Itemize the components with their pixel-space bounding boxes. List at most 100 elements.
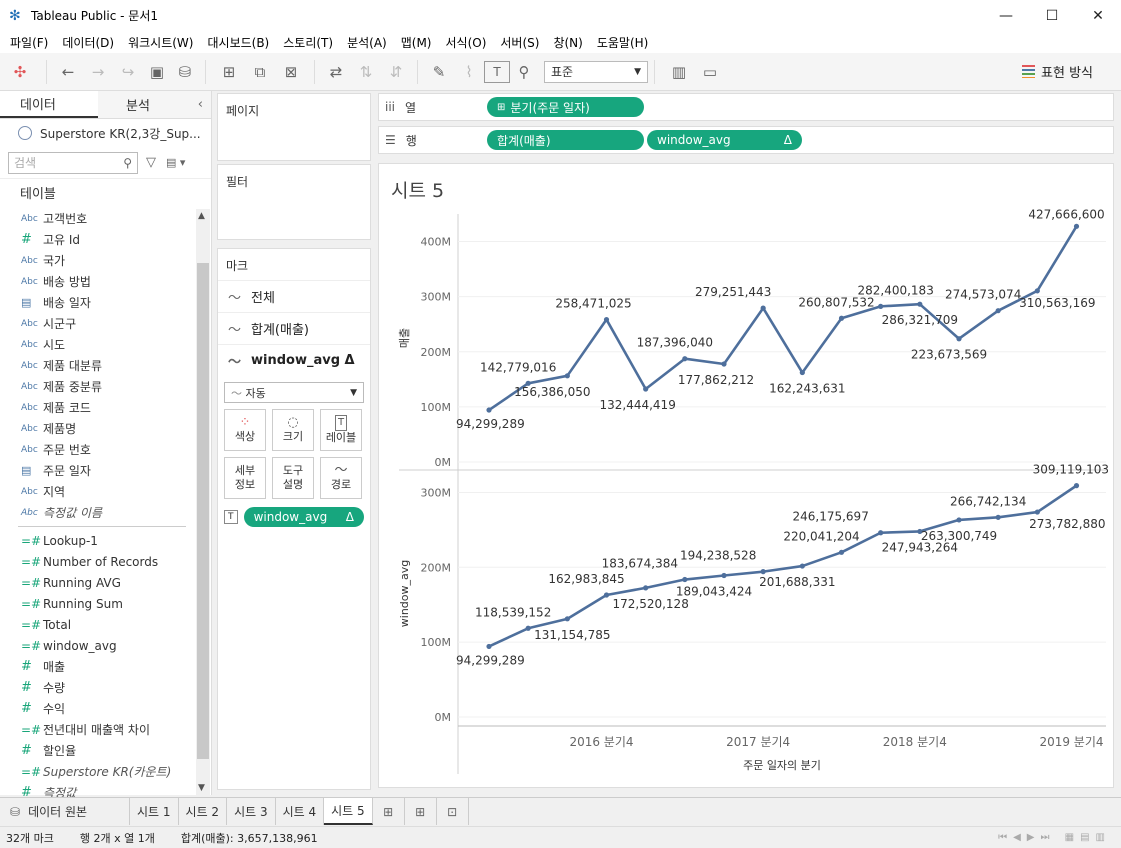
field-item[interactable]: Abc 지역 bbox=[0, 481, 196, 502]
redo-icon[interactable]: → bbox=[83, 58, 113, 86]
field-item[interactable]: =# Running AVG bbox=[0, 572, 196, 593]
cards-icon[interactable]: ▥ bbox=[661, 58, 697, 86]
field-item[interactable]: # 수량 bbox=[0, 677, 196, 698]
label-window-avg-pill[interactable]: window_avg Δ bbox=[243, 507, 364, 527]
rows-pill-window-avg[interactable]: window_avg Δ bbox=[647, 130, 802, 150]
menu-file[interactable]: 파일(F) bbox=[3, 34, 55, 51]
close-button[interactable]: ✕ bbox=[1075, 0, 1121, 31]
menu-server[interactable]: 서버(S) bbox=[493, 34, 546, 51]
menu-data[interactable]: 데이터(D) bbox=[55, 34, 121, 51]
save-icon[interactable]: ▣ bbox=[143, 58, 171, 86]
field-item[interactable]: Abc 시도 bbox=[0, 334, 196, 355]
size-button[interactable]: ◌ 크기 bbox=[272, 409, 314, 451]
field-item[interactable]: # 수익 bbox=[0, 698, 196, 719]
tableau-home-icon[interactable]: ✣ bbox=[0, 58, 40, 86]
columns-pill[interactable]: ⊞ 분기(주문 일자) bbox=[487, 97, 644, 117]
field-item[interactable]: Abc 배송 방법 bbox=[0, 271, 196, 292]
menu-help[interactable]: 도움말(H) bbox=[590, 34, 656, 51]
field-item[interactable]: =# Total bbox=[0, 614, 196, 635]
field-list-scrollbar[interactable]: ▲ ▼ bbox=[196, 209, 210, 795]
field-item[interactable]: # 고유 Id bbox=[0, 229, 196, 250]
field-item[interactable]: =# Lookup-1 bbox=[0, 530, 196, 551]
group-icon[interactable]: ⌇ bbox=[454, 58, 484, 86]
field-item[interactable]: Abc 제품 대분류 bbox=[0, 355, 196, 376]
mark-type-select[interactable]: 〜 자동 ▼ bbox=[224, 382, 364, 403]
field-item[interactable]: Abc 제품명 bbox=[0, 418, 196, 439]
new-worksheet-icon[interactable]: ⊞ bbox=[212, 58, 246, 86]
scroll-down-icon[interactable]: ▼ bbox=[198, 783, 205, 793]
path-button[interactable]: 〜 경로 bbox=[320, 457, 362, 499]
menu-worksheet[interactable]: 워크시트(W) bbox=[121, 34, 200, 51]
field-item[interactable]: # 매출 bbox=[0, 656, 196, 677]
tab-sheet-2[interactable]: 시트 2 bbox=[179, 798, 228, 825]
field-item[interactable]: =# Superstore KR(카운트) bbox=[0, 761, 196, 782]
scroll-up-icon[interactable]: ▲ bbox=[198, 211, 205, 221]
undo-icon[interactable]: ← bbox=[53, 58, 83, 86]
menu-story[interactable]: 스토리(T) bbox=[276, 34, 340, 51]
field-item[interactable]: Abc 국가 bbox=[0, 250, 196, 271]
show-me-button[interactable]: 표현 방식 bbox=[1022, 62, 1093, 81]
filters-card[interactable]: 필터 bbox=[217, 164, 371, 240]
line-chart[interactable]: 0M 100M 200M 300M 400M 매출 94,299,289 142,779,01… bbox=[379, 164, 1113, 787]
scroll-thumb[interactable] bbox=[197, 263, 209, 759]
view-area[interactable]: 시트 5 0M 100M 200M 300M 400M 매출 94,299,289 142,7… bbox=[378, 163, 1114, 788]
replay-icon[interactable]: ↪ bbox=[113, 58, 143, 86]
tab-data[interactable]: 데이터 bbox=[0, 91, 98, 118]
columns-shelf[interactable]: iii 열 ⊞ 분기(주문 일자) bbox=[378, 93, 1114, 121]
duplicate-sheet-icon[interactable]: ⧉ bbox=[246, 58, 274, 86]
field-item[interactable]: =# Number of Records bbox=[0, 551, 196, 572]
field-item[interactable]: =# 전년대비 매출액 차이 bbox=[0, 719, 196, 740]
clear-sheet-icon[interactable]: ⊠ bbox=[274, 58, 308, 86]
sort-descending-icon[interactable]: ⇵ bbox=[381, 58, 411, 86]
menu-map[interactable]: 맵(M) bbox=[394, 34, 439, 51]
rows-shelf[interactable]: ☰ 행 합계(매출) window_avg Δ bbox=[378, 126, 1114, 154]
menu-window[interactable]: 창(N) bbox=[546, 34, 589, 51]
rows-pill-sum-sales[interactable]: 합계(매출) bbox=[487, 130, 644, 150]
pages-card[interactable]: 페이지 bbox=[217, 93, 371, 161]
new-datasource-icon[interactable]: ⛁ bbox=[171, 58, 199, 86]
pin-icon[interactable]: ⚲ bbox=[510, 58, 538, 86]
field-item[interactable]: ▤ 주문 일자 bbox=[0, 460, 196, 481]
sort-ascending-icon[interactable]: ⇅ bbox=[351, 58, 381, 86]
minimize-button[interactable]: — bbox=[983, 0, 1029, 31]
presentation-icon[interactable]: ▭ bbox=[697, 58, 723, 86]
maximize-button[interactable]: ☐ bbox=[1029, 0, 1075, 31]
detail-button[interactable]: 세부 정보 bbox=[224, 457, 266, 499]
new-story-tab-icon[interactable]: ⊡ bbox=[437, 798, 469, 825]
swap-icon[interactable]: ⇄ bbox=[321, 58, 351, 86]
field-item[interactable]: ▤ 배송 일자 bbox=[0, 292, 196, 313]
field-item[interactable]: =# window_avg bbox=[0, 635, 196, 656]
field-item[interactable]: Abc 시군구 bbox=[0, 313, 196, 334]
tab-sheet-4[interactable]: 시트 4 bbox=[276, 798, 325, 825]
field-item[interactable]: Abc 제품 코드 bbox=[0, 397, 196, 418]
menu-format[interactable]: 서식(O) bbox=[439, 34, 494, 51]
field-item[interactable]: Abc 고객번호 bbox=[0, 208, 196, 229]
show-labels-icon[interactable]: T bbox=[484, 60, 510, 83]
highlight-icon[interactable]: ✎ bbox=[424, 58, 454, 86]
menu-analysis[interactable]: 분석(A) bbox=[340, 34, 394, 51]
search-input[interactable]: 검색 ⚲ bbox=[8, 151, 138, 174]
label-button[interactable]: T 레이블 bbox=[320, 409, 362, 451]
datasource-item[interactable]: Superstore KR(2,3강_Sup... bbox=[0, 119, 211, 147]
new-dashboard-tab-icon[interactable]: ⊞ bbox=[405, 798, 437, 825]
field-item[interactable]: Abc 주문 번호 bbox=[0, 439, 196, 460]
field-item[interactable]: Abc 제품 중분류 bbox=[0, 376, 196, 397]
tab-sheet-5[interactable]: 시트 5 bbox=[324, 798, 373, 825]
tab-sheet-3[interactable]: 시트 3 bbox=[227, 798, 276, 825]
tab-sheet-1[interactable]: 시트 1 bbox=[130, 798, 179, 825]
field-item[interactable]: =# Running Sum bbox=[0, 593, 196, 614]
marks-sum-sales[interactable]: 〜 합계(매출) bbox=[218, 312, 370, 344]
tab-datasource[interactable]: ⛁ 데이터 원본 bbox=[0, 798, 130, 825]
menu-dashboard[interactable]: 대시보드(B) bbox=[200, 34, 276, 51]
collapse-pane-icon[interactable]: ‹ bbox=[198, 97, 203, 112]
color-button[interactable]: ⁘ 색상 bbox=[224, 409, 266, 451]
tab-analysis[interactable]: 분석 ‹ bbox=[98, 91, 211, 118]
sheet-navigation[interactable]: ⏮◀▶⏭ ▦▤▥ bbox=[998, 832, 1111, 843]
filter-icon[interactable]: ▽ bbox=[146, 155, 156, 170]
marks-all[interactable]: 〜 전체 bbox=[218, 280, 370, 312]
field-item[interactable]: # 할인율 bbox=[0, 740, 196, 761]
tooltip-button[interactable]: 도구 설명 bbox=[272, 457, 314, 499]
view-options-icon[interactable]: ▤ ▾ bbox=[166, 156, 185, 169]
fit-select[interactable]: 표준 ▼ bbox=[544, 60, 648, 83]
new-worksheet-tab-icon[interactable]: ⊞ bbox=[373, 798, 405, 825]
